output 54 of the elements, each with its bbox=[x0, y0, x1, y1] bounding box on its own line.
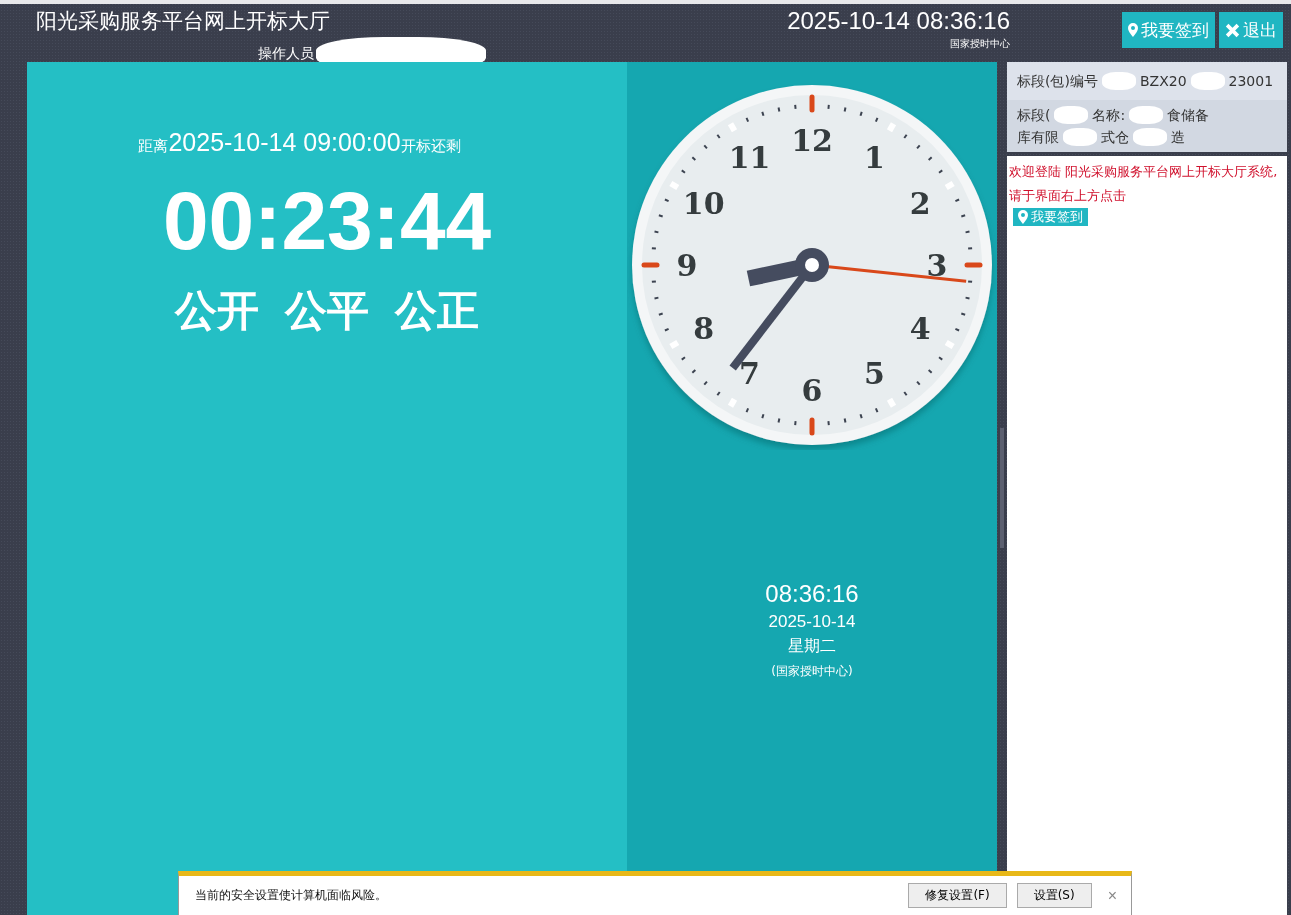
info-text: 库有限 bbox=[1017, 128, 1059, 147]
redaction-mark bbox=[1129, 106, 1164, 124]
location-pin-icon bbox=[1128, 23, 1138, 37]
close-icon bbox=[1225, 22, 1240, 38]
slogan-text: 公正 bbox=[395, 285, 479, 337]
clock-numeral: 5 bbox=[864, 356, 885, 392]
countdown-prefix: 距离 bbox=[138, 137, 169, 156]
digital-time: 08:36:16 bbox=[765, 580, 859, 608]
time-source: 国家授时中心 bbox=[950, 37, 1010, 51]
countdown-timer: 00:23:44 bbox=[162, 175, 492, 267]
weekday-label: 星期二 bbox=[788, 636, 836, 657]
info-text: BZX20 bbox=[1139, 72, 1187, 91]
signin-badge: 我要签到 bbox=[1013, 208, 1088, 226]
signin-button[interactable]: 我要签到 bbox=[1122, 12, 1215, 48]
clock-numeral: 12 bbox=[791, 123, 833, 158]
date-label: 2025-10-14 bbox=[768, 612, 856, 632]
info-text: 标段( bbox=[1017, 106, 1051, 125]
settings-button[interactable]: 设置(S) bbox=[1016, 883, 1092, 908]
clock-numeral: 2 bbox=[909, 185, 931, 221]
close-button[interactable]: × bbox=[1101, 885, 1123, 906]
settings-button[interactable]: 修复设置(F) bbox=[908, 883, 1007, 908]
splitter-handle[interactable] bbox=[1000, 428, 1004, 548]
info-text: 23001 bbox=[1228, 72, 1274, 91]
info-text: 标段(包)编号 bbox=[1017, 72, 1098, 91]
page-title: 阳光采购服务平台网上开标大厅 bbox=[36, 8, 330, 35]
redaction-mark bbox=[1054, 106, 1089, 124]
clock-numeral: 9 bbox=[676, 248, 698, 283]
info-text: 式仓 bbox=[1101, 128, 1129, 147]
slogan-text: 公开 bbox=[175, 285, 259, 337]
redaction-mark bbox=[1063, 128, 1097, 146]
info-text: 名称: bbox=[1092, 106, 1126, 125]
redaction-mark bbox=[1101, 72, 1136, 90]
redaction-mark bbox=[1190, 72, 1225, 90]
clock-numeral: 11 bbox=[728, 139, 771, 175]
info-text: 食储备 bbox=[1167, 106, 1210, 125]
slogan-text: 公平 bbox=[285, 285, 369, 337]
target-datetime: 2025-10-14 09:00:00 bbox=[168, 128, 401, 157]
clock-numeral: 4 bbox=[909, 310, 931, 346]
current-datetime: 2025-10-14 08:36:16 bbox=[787, 6, 1010, 36]
redaction-mark bbox=[1133, 128, 1167, 146]
countdown-suffix: 开标还剩 bbox=[400, 137, 461, 156]
clock-numeral: 1 bbox=[864, 139, 885, 175]
clock-numeral: 3 bbox=[926, 248, 948, 283]
location-pin-icon bbox=[1018, 210, 1028, 224]
operator-label: 操作人员 bbox=[258, 45, 314, 63]
logout-button[interactable]: 退出 bbox=[1219, 12, 1283, 48]
info-text: 造 bbox=[1171, 128, 1185, 147]
notification-message: 当前的安全设置使计算机面临风险。 bbox=[195, 887, 388, 904]
welcome-message: 欢迎登陆 阳光采购服务平台网上开标大厅系统,请于界面右上方点击 bbox=[1009, 163, 1279, 205]
clock-numeral: 8 bbox=[693, 310, 715, 346]
clock-numeral: 6 bbox=[801, 373, 823, 408]
time-source: (国家授时中心) bbox=[771, 663, 853, 680]
clock-numeral: 7 bbox=[739, 356, 760, 392]
clock-numeral: 10 bbox=[682, 185, 725, 221]
